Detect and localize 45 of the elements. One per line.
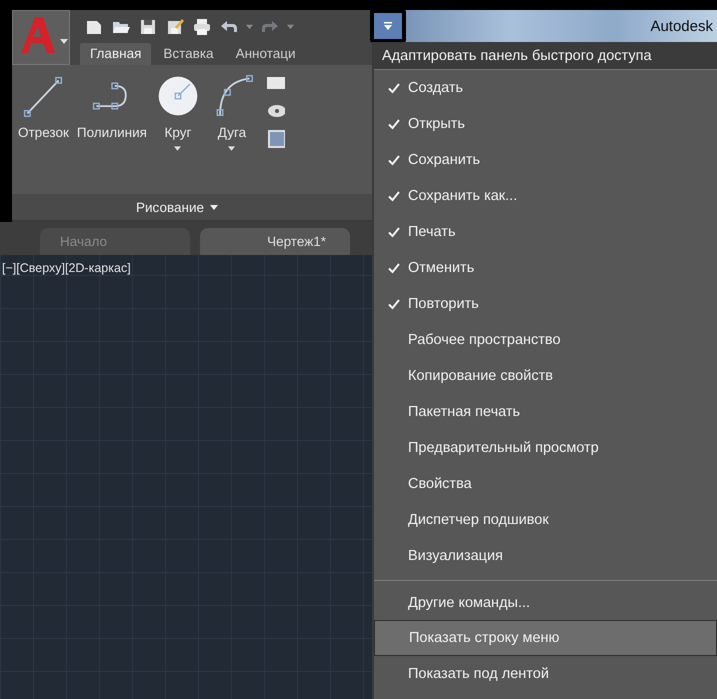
- checkmark-icon: [388, 262, 400, 274]
- menu-item[interactable]: Сохранить как...: [374, 178, 717, 214]
- caret-icon: [228, 146, 236, 151]
- menu-item[interactable]: Пакетная печать: [374, 394, 717, 430]
- viewport-label[interactable]: [−][Сверху][2D-каркас]: [2, 261, 131, 275]
- window-title: Autodesk: [650, 18, 714, 34]
- menu-item[interactable]: Открыть: [374, 106, 717, 142]
- menu-item[interactable]: Диспетчер подшивок: [374, 502, 717, 538]
- dropdown-arrow-icon[interactable]: [246, 23, 253, 30]
- menu-item[interactable]: Печать: [374, 214, 717, 250]
- menu-item[interactable]: Визуализация: [374, 538, 717, 574]
- menu-item[interactable]: Создать: [374, 70, 717, 106]
- menu-item[interactable]: Свойства: [374, 466, 717, 502]
- draw-tool-button[interactable]: Дуга: [208, 73, 255, 151]
- draw-tool-button[interactable]: Круг: [154, 73, 201, 151]
- file-tab[interactable]: Чертеж1*: [200, 228, 350, 255]
- menu-item[interactable]: Копирование свойств: [374, 358, 717, 394]
- customize-toolbar-button[interactable]: [370, 9, 406, 43]
- menu-item[interactable]: Предварительный просмотр: [374, 430, 717, 466]
- checkmark-icon: [388, 226, 400, 238]
- ribbon-tab[interactable]: Главная: [80, 43, 152, 65]
- ribbon-tab[interactable]: Вставка: [153, 43, 224, 65]
- dropdown-arrow-icon[interactable]: [287, 23, 294, 30]
- menu-item[interactable]: Показать строку меню: [374, 620, 717, 656]
- checkmark-icon: [388, 118, 400, 130]
- caret-icon: [174, 146, 182, 151]
- draw-tool-button[interactable]: Полилиния: [76, 73, 147, 140]
- panel-title-button[interactable]: Рисование: [12, 194, 372, 220]
- menu-item[interactable]: Рабочее пространство: [374, 322, 717, 358]
- dropdown-arrow-icon: [382, 20, 394, 32]
- draw-tool-button[interactable]: Отрезок: [18, 73, 69, 140]
- checkmark-icon: [388, 154, 400, 166]
- menu-item[interactable]: Отменить: [374, 250, 717, 286]
- menu-title: Адаптировать панель быстрого доступа: [374, 42, 717, 70]
- checkmark-icon: [388, 298, 400, 310]
- caret-icon: [60, 39, 68, 44]
- save-as-icon[interactable]: [165, 16, 185, 36]
- checkmark-icon: [388, 82, 400, 94]
- ribbon-tab[interactable]: Аннотаци: [226, 43, 306, 65]
- menu-item[interactable]: Повторить: [374, 286, 717, 322]
- menu-item[interactable]: Сохранить: [374, 142, 717, 178]
- printer-icon[interactable]: [192, 16, 212, 36]
- menu-item[interactable]: Показать под лентой: [374, 656, 717, 692]
- caret-icon: [210, 204, 218, 210]
- checkmark-icon: [388, 190, 400, 202]
